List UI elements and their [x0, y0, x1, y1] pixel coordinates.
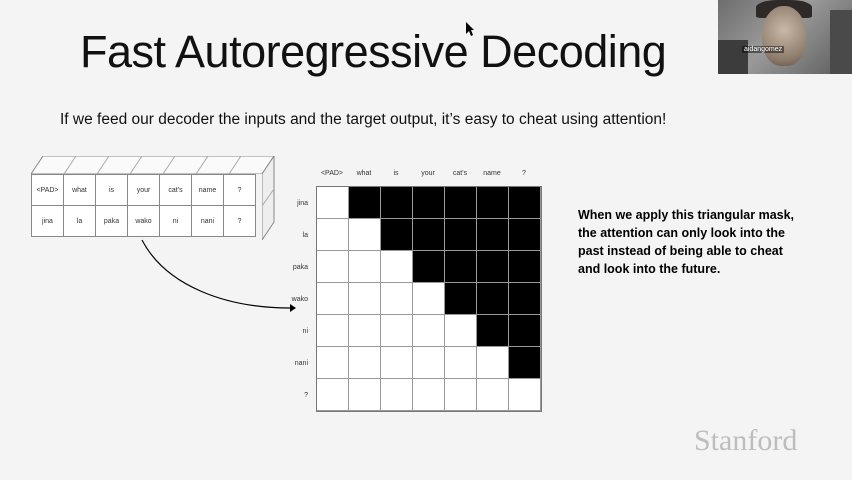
- visible-cell: [413, 283, 445, 315]
- masked-cell: [349, 187, 381, 219]
- masked-cell: [477, 219, 509, 251]
- table-cell: what: [63, 174, 96, 206]
- column-label: is: [393, 170, 399, 177]
- masked-cell: [477, 251, 509, 283]
- token-table: <PAD> what is your cat's name ? jina la …: [31, 174, 256, 237]
- row-label: wako: [291, 296, 308, 303]
- masked-cell: [445, 219, 477, 251]
- visible-cell: [317, 347, 349, 379]
- visible-cell: [445, 315, 477, 347]
- masked-cell: [445, 283, 477, 315]
- visible-cell: [509, 379, 541, 411]
- table-cell: your: [127, 174, 160, 206]
- visible-cell: [317, 283, 349, 315]
- visible-cell: [477, 379, 509, 411]
- masked-cell: [509, 187, 541, 219]
- table-cell: cat's: [159, 174, 192, 206]
- visible-cell: [381, 347, 413, 379]
- masked-cell: [445, 187, 477, 219]
- column-label: ?: [522, 170, 526, 177]
- row-label: nani: [294, 360, 308, 367]
- row-label: jina: [297, 200, 308, 207]
- column-label: cat's: [452, 170, 468, 177]
- visible-cell: [317, 251, 349, 283]
- masked-cell: [477, 283, 509, 315]
- slide-subtitle: If we feed our decoder the inputs and th…: [60, 111, 667, 128]
- visible-cell: [381, 315, 413, 347]
- table-cell: ?: [223, 174, 256, 206]
- masked-cell: [445, 251, 477, 283]
- masked-cell: [381, 187, 413, 219]
- slide: Fast Autoregressive Decoding aidangomez …: [0, 0, 852, 480]
- table-cell: <PAD>: [31, 174, 64, 206]
- visible-cell: [317, 379, 349, 411]
- matrix-row-labels: jina la paka wako ni nani ?: [278, 186, 312, 410]
- visible-cell: [477, 347, 509, 379]
- table-row: jina la paka wako ni nani ?: [31, 205, 256, 237]
- column-label: <PAD>: [320, 170, 344, 177]
- masked-cell: [413, 219, 445, 251]
- visible-cell: [349, 347, 381, 379]
- matrix-column-labels: <PAD> what is your cat's name ?: [316, 170, 540, 184]
- masked-cell: [413, 187, 445, 219]
- masked-cell: [509, 219, 541, 251]
- column-label: name: [483, 170, 501, 177]
- table-cell: ?: [223, 205, 256, 237]
- stanford-watermark: Stanford: [694, 424, 798, 457]
- masked-cell: [509, 347, 541, 379]
- slide-title: Fast Autoregressive Decoding: [80, 26, 667, 77]
- masked-cell: [477, 315, 509, 347]
- visible-cell: [413, 379, 445, 411]
- masked-cell: [413, 251, 445, 283]
- presenter-face: [762, 6, 806, 66]
- table-3d-top: [31, 156, 274, 174]
- visible-cell: [349, 251, 381, 283]
- visible-cell: [381, 251, 413, 283]
- visible-cell: [381, 283, 413, 315]
- curved-arrow-icon: [141, 239, 296, 312]
- table-cell: nani: [191, 205, 224, 237]
- row-label: paka: [292, 264, 308, 271]
- masked-cell: [477, 187, 509, 219]
- attention-mask-matrix: [316, 186, 542, 412]
- visible-cell: [349, 283, 381, 315]
- visible-cell: [349, 315, 381, 347]
- visible-cell: [317, 219, 349, 251]
- masked-cell: [509, 283, 541, 315]
- visible-cell: [349, 379, 381, 411]
- masked-cell: [381, 219, 413, 251]
- visible-cell: [317, 187, 349, 219]
- table-row: <PAD> what is your cat's name ?: [31, 174, 256, 206]
- table-3d-side: [262, 156, 275, 240]
- row-label: ?: [304, 392, 308, 399]
- explanation-text: When we apply this triangular mask, the …: [578, 208, 795, 277]
- webcam-name-label: aidangomez: [742, 46, 785, 53]
- table-cell: paka: [95, 205, 128, 237]
- webcam-video: aidangomez: [718, 0, 852, 74]
- row-label: ni: [302, 328, 308, 335]
- visible-cell: [381, 379, 413, 411]
- table-cell: wako: [127, 205, 160, 237]
- visible-cell: [413, 347, 445, 379]
- visible-cell: [445, 347, 477, 379]
- table-cell: la: [63, 205, 96, 237]
- table-cell: jina: [31, 205, 64, 237]
- visible-cell: [445, 379, 477, 411]
- column-label: your: [421, 170, 435, 177]
- table-cell: is: [95, 174, 128, 206]
- table-cell: name: [191, 174, 224, 206]
- table-cell: ni: [159, 205, 192, 237]
- visible-cell: [413, 315, 445, 347]
- visible-cell: [317, 315, 349, 347]
- masked-cell: [509, 315, 541, 347]
- column-label: what: [356, 170, 372, 177]
- visible-cell: [349, 219, 381, 251]
- mouse-cursor-icon: [466, 22, 474, 36]
- masked-cell: [509, 251, 541, 283]
- row-label: la: [302, 232, 308, 239]
